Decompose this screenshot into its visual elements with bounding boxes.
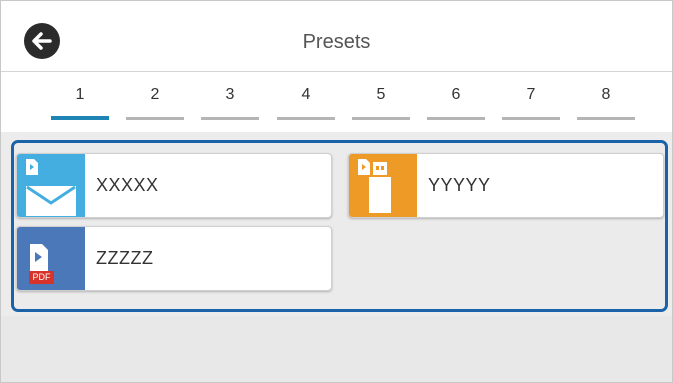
- tab-label: 6: [451, 86, 461, 103]
- preset-card-usb[interactable]: YYYYY: [348, 153, 664, 218]
- screen: Presets 1 2 3 4 5 6 7 8 XXXXX YYYYY PDF …: [0, 0, 673, 383]
- header: Presets: [1, 1, 672, 72]
- tab-label: 5: [376, 86, 386, 103]
- tab-indicator: [51, 116, 109, 120]
- usb-memory-icon: [349, 154, 417, 217]
- preset-label: ZZZZZ: [96, 248, 154, 268]
- empty-area: [1, 316, 672, 382]
- tab-indicator: [277, 117, 335, 120]
- tab-5[interactable]: 5: [352, 72, 410, 128]
- tab-indicator: [126, 117, 184, 120]
- tab-label: 4: [301, 86, 311, 103]
- preset-label: XXXXX: [96, 175, 159, 195]
- tab-bar: 1 2 3 4 5 6 7 8: [1, 72, 672, 132]
- page-title: Presets: [302, 31, 371, 53]
- tab-indicator: [201, 117, 259, 120]
- tab-2[interactable]: 2: [126, 72, 184, 128]
- tab-6[interactable]: 6: [427, 72, 485, 128]
- tab-7[interactable]: 7: [502, 72, 560, 128]
- preset-label: YYYYY: [428, 175, 491, 195]
- tab-label: 1: [75, 86, 85, 103]
- preset-grid: XXXXX YYYYY PDF ZZZZZ: [11, 140, 668, 312]
- pdf-badge-label: PDF: [32, 272, 51, 282]
- tab-8[interactable]: 8: [577, 72, 635, 128]
- tab-indicator: [502, 117, 560, 120]
- email-icon: [17, 154, 85, 217]
- tab-indicator: [577, 117, 635, 120]
- pdf-icon: PDF: [17, 227, 85, 290]
- tab-3[interactable]: 3: [201, 72, 259, 128]
- preset-card-email[interactable]: XXXXX: [16, 153, 332, 218]
- tab-indicator: [352, 117, 410, 120]
- tab-label: 7: [526, 86, 536, 103]
- tab-indicator: [427, 117, 485, 120]
- tab-label: 3: [225, 86, 235, 103]
- tab-label: 8: [601, 86, 611, 103]
- tab-1[interactable]: 1: [51, 72, 109, 128]
- tab-label: 2: [150, 86, 160, 103]
- preset-card-pdf[interactable]: PDF ZZZZZ: [16, 226, 332, 291]
- tab-4[interactable]: 4: [277, 72, 335, 128]
